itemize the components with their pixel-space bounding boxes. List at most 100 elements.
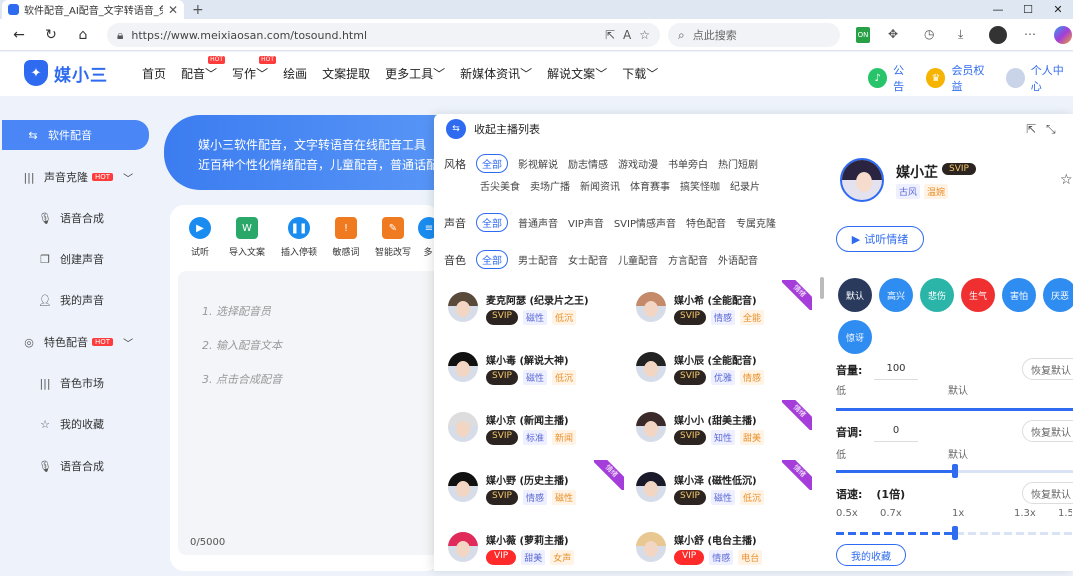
nav-drawing[interactable]: 绘画 [283, 65, 307, 82]
maximize-icon[interactable]: ☐ [1013, 0, 1043, 19]
back-icon[interactable]: ← [8, 24, 30, 46]
more-menu-icon[interactable]: ⋯ [1024, 27, 1036, 41]
history-icon[interactable]: ◷ [924, 27, 934, 41]
sidebar-item-speech-synthesis[interactable]: 🎙︎ 语音合成 [0, 203, 150, 233]
anchor-card[interactable]: 媒小辰 (全能配音) SVIP 优雅 情感 [632, 346, 812, 396]
new-tab-icon[interactable]: + [192, 2, 204, 18]
filter-style-option[interactable]: 纪录片 [730, 178, 760, 193]
speed-slider-handle[interactable] [951, 526, 958, 540]
list-scrollbar[interactable] [820, 277, 824, 299]
filter-timbre-option[interactable]: 方言配音 [668, 252, 708, 267]
anchor-card[interactable]: 媒小泽 (磁性低沉) SVIP 磁性 低沉 情绪 [632, 460, 812, 516]
anchor-card[interactable]: 麦克阿瑟 (纪录片之王) SVIP 磁性 低沉 [444, 286, 624, 336]
filter-style-option[interactable]: 游戏动漫 [618, 156, 658, 171]
close-window-icon[interactable]: ✕ [1043, 0, 1073, 19]
sidebar-item-my-voice[interactable]: 👤︎ 我的声音 [0, 285, 150, 315]
copilot-icon[interactable] [1054, 26, 1072, 44]
filter-timbre-all[interactable]: 全部 [476, 250, 508, 269]
crown-icon[interactable]: ♛ [926, 68, 946, 88]
sidebar-item-my-favorites[interactable]: ☆ 我的收藏 [0, 409, 150, 439]
anchor-card[interactable]: 媒小舒 (电台主播) VIP 情感 电台 [632, 526, 812, 576]
download-icon[interactable]: ⤓ [958, 27, 963, 42]
sidebar-item-create-voice[interactable]: ❐ 创建声音 [0, 244, 150, 274]
popout-icon[interactable]: ⇱ [1026, 122, 1036, 136]
emotion-sad[interactable]: 悲伤 [920, 278, 954, 312]
filter-timbre-option[interactable]: 儿童配音 [618, 252, 658, 267]
filter-style-option[interactable]: 舌尖美食 [480, 178, 520, 193]
nav-media-news[interactable]: 新媒体资讯﹀ [460, 65, 532, 82]
nav-home[interactable]: 首页 [142, 65, 166, 82]
browser-tab[interactable]: 软件配音_AI配音_文字转语音_免费 ✕ [2, 0, 184, 19]
my-favorites-button[interactable]: 我的收藏 [836, 544, 906, 566]
filter-voice-option[interactable]: 普通声音 [518, 215, 558, 230]
open-external-icon[interactable]: ⇱ [605, 28, 615, 42]
profile-link[interactable]: 个人中心 [1031, 62, 1073, 94]
home-icon[interactable]: ⌂ [72, 24, 94, 46]
filter-style-option[interactable]: 影视解说 [518, 156, 558, 171]
user-avatar[interactable] [1005, 68, 1025, 88]
filter-timbre-option[interactable]: 外语配音 [718, 252, 758, 267]
pitch-reset-button[interactable]: 恢复默认 [1022, 420, 1073, 442]
close-tab-icon[interactable]: ✕ [168, 3, 178, 17]
filter-style-option[interactable]: 书单旁白 [668, 156, 708, 171]
emotion-disgust[interactable]: 厌恶 [1043, 278, 1073, 312]
speed-slider[interactable] [836, 526, 1073, 540]
filter-style-option[interactable]: 体育赛事 [630, 178, 670, 193]
anchor-card[interactable]: 媒小野 (历史主播) SVIP 情感 磁性 情绪 [444, 460, 624, 516]
try-emotion-button[interactable]: ▶ 试听情绪 [836, 226, 924, 252]
filter-voice-option[interactable]: VIP声音 [568, 215, 604, 230]
sidebar-item-software-dubbing[interactable]: ⇆ 软件配音 [2, 120, 149, 150]
filter-style-option[interactable]: 励志情感 [568, 156, 608, 171]
tool-import-text[interactable]: W 导入文案 [222, 217, 272, 258]
filter-style-option[interactable]: 搞笑怪咖 [680, 178, 720, 193]
anchor-card[interactable]: 媒小京 (新闻主播) SVIP 标准 新闻 [444, 406, 624, 456]
volume-reset-button[interactable]: 恢复默认 [1022, 358, 1073, 380]
filter-style-option[interactable]: 热门短剧 [718, 156, 758, 171]
anchor-card[interactable]: 媒小小 (甜美主播) SVIP 知性 甜美 情绪 [632, 400, 812, 456]
volume-input[interactable]: 100 [874, 358, 918, 380]
sidebar-item-voice-market[interactable]: ||| 音色市场 [0, 368, 150, 398]
extension-on-icon[interactable]: ON [856, 27, 870, 43]
filter-style-option[interactable]: 新闻资讯 [580, 178, 620, 193]
favorite-star-icon[interactable]: ☆ [1060, 172, 1073, 188]
text-editor[interactable]: 1. 选择配音员 2. 输入配音文本 3. 点击合成配音 0/5000 [178, 271, 440, 555]
filter-voice-all[interactable]: 全部 [476, 213, 508, 232]
shrink-icon[interactable]: ⤡ [1046, 122, 1056, 137]
minimize-icon[interactable]: — [983, 0, 1013, 19]
filter-style-option[interactable]: 卖场广播 [530, 178, 570, 193]
member-link[interactable]: 会员权益 [951, 62, 993, 94]
nav-download[interactable]: 下载﹀ [622, 65, 658, 82]
site-logo[interactable]: ✦ 媒小三 [24, 60, 108, 86]
refresh-icon[interactable]: ↻ [40, 24, 62, 46]
nav-commentary[interactable]: 解说文案﹀ [547, 65, 607, 82]
tool-sensitive-words[interactable]: ! 敏感词 [321, 217, 371, 258]
tool-smart-rewrite[interactable]: ✎ 智能改写 [368, 217, 418, 258]
nav-text-extract[interactable]: 文案提取 [322, 65, 370, 82]
filter-style-all[interactable]: 全部 [476, 154, 508, 173]
emotion-surprise[interactable]: 惊讶 [838, 320, 872, 354]
nav-dubbing[interactable]: 配音﹀ HOT [181, 56, 226, 82]
bell-icon[interactable]: ♪ [868, 68, 888, 88]
sidebar-item-speech-synthesis-2[interactable]: 🎙︎ 语音合成 [0, 451, 150, 481]
pitch-input[interactable]: 0 [874, 420, 918, 442]
address-bar[interactable]: 🔒︎ https://www.meixiaosan.com/tosound.ht… [107, 23, 660, 47]
favorite-star-icon[interactable]: ☆ [639, 28, 650, 42]
read-aloud-icon[interactable]: A [623, 28, 631, 42]
emotion-happy[interactable]: 高兴 [879, 278, 913, 312]
filter-voice-option[interactable]: SVIP情感声音 [614, 215, 676, 230]
pitch-slider-handle[interactable] [951, 464, 958, 478]
anchor-card[interactable]: 媒小毒 (解说大神) SVIP 磁性 低沉 [444, 346, 624, 396]
announce-link[interactable]: 公告 [893, 62, 914, 94]
speed-reset-button[interactable]: 恢复默认 [1022, 482, 1073, 504]
sidebar-item-featured-dubbing[interactable]: ◎ 特色配音 HOT ﹀ [0, 327, 150, 357]
emotion-default[interactable]: 默认 [838, 278, 872, 312]
sidebar-item-voice-clone[interactable]: ||| 声音克隆 HOT ﹀ [0, 162, 150, 192]
extensions-puzzle-icon[interactable]: ✥ [888, 27, 898, 41]
anchor-card[interactable]: 媒小薇 (萝莉主播) VIP 甜美 女声 [444, 526, 624, 576]
pitch-slider[interactable] [836, 464, 1073, 478]
filter-voice-option[interactable]: 特色配音 [686, 215, 726, 230]
nav-writing[interactable]: 写作﹀ HOT [232, 56, 277, 82]
collapse-list-icon[interactable]: ⇆ [446, 119, 466, 139]
emotion-fear[interactable]: 害怕 [1002, 278, 1036, 312]
tool-listen[interactable]: ▶ 试听 [175, 217, 225, 258]
